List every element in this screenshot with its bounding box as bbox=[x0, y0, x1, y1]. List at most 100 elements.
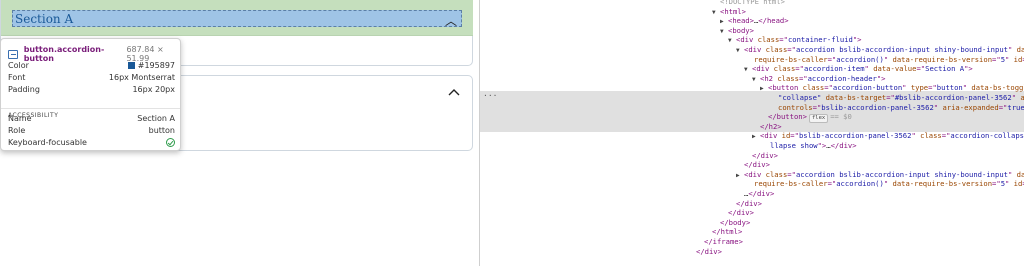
dom-token: data- bbox=[1016, 169, 1024, 179]
dom-token: </div> bbox=[830, 141, 857, 150]
dom-token: =" bbox=[992, 179, 1001, 189]
dom-token: <div bbox=[752, 64, 774, 74]
dom-tree-line[interactable]: </h2> bbox=[752, 122, 782, 131]
dom-tree-line[interactable]: </div> bbox=[736, 160, 770, 169]
dom-token: </div> bbox=[696, 246, 722, 256]
dom-token: button bbox=[936, 83, 963, 93]
dom-tree-line[interactable]: </div> bbox=[744, 151, 778, 160]
dom-token: </div> bbox=[728, 208, 754, 218]
check-circle-icon bbox=[166, 138, 175, 147]
dom-tree-line[interactable]: </html> bbox=[704, 227, 742, 236]
dom-token: <body> bbox=[728, 25, 754, 35]
dom-token: data-bs-toggle bbox=[971, 83, 1024, 93]
dom-token: </div> bbox=[744, 160, 770, 170]
dom-tree-line[interactable]: ▼ <div class="accordion bslib-accordion-i… bbox=[736, 45, 1024, 54]
dom-token: controls bbox=[778, 102, 813, 112]
tooltip-row-name: Name Section A bbox=[8, 114, 175, 123]
dom-token: " bbox=[1007, 45, 1017, 54]
dom-token: <div bbox=[744, 169, 766, 179]
dom-tree-line[interactable]: ▼ <div class="container-fluid"> bbox=[728, 35, 862, 44]
dom-tree-line[interactable]: ▶ <div id="bslib-accordion-panel-3562" cl… bbox=[752, 131, 1024, 140]
dom-token: class bbox=[765, 45, 788, 54]
tooltip-row-padding: Padding 16px 20px bbox=[8, 85, 175, 94]
dom-tree-line[interactable]: <!DOCTYPE html> bbox=[712, 0, 785, 6]
tooltip-row-font: Font 16px Montserrat bbox=[8, 73, 175, 82]
dom-token: class bbox=[920, 131, 942, 141]
accordion-button-label: Section A bbox=[15, 11, 74, 26]
dom-tree-line[interactable]: ▶ <head>…</head> bbox=[720, 16, 789, 25]
dom-token: </iframe> bbox=[704, 237, 743, 246]
page-preview-pane: Section A ︿ button.accordion-button 687.… bbox=[0, 0, 479, 266]
dom-token: </div> bbox=[748, 189, 775, 198]
accordion-button-section-a[interactable]: Section A ︿ bbox=[12, 10, 462, 28]
dom-token: =" bbox=[916, 64, 926, 74]
tooltip-row-value: button bbox=[148, 126, 175, 135]
dom-token: container-fluid bbox=[787, 35, 853, 45]
dom-tree-line[interactable]: ▶ <div class="accordion bslib-accordion-i… bbox=[736, 170, 1024, 179]
dom-tree-line[interactable]: ▼ <div class="accordion-item" data-value=… bbox=[744, 64, 973, 73]
dom-token: aria- bbox=[1020, 93, 1024, 102]
dom-token: require-bs-caller bbox=[754, 179, 828, 189]
dom-token: =" bbox=[787, 45, 796, 54]
dom-tree-line[interactable]: </button> flex == $0 bbox=[760, 112, 852, 124]
dom-tree-line[interactable]: ▼ <h2 class="accordion-header"> bbox=[752, 74, 886, 83]
dom-tree-line[interactable]: </iframe> bbox=[696, 237, 743, 246]
dom-tree-line[interactable]: …</div> bbox=[736, 189, 774, 198]
chevron-up-icon[interactable] bbox=[447, 86, 461, 98]
dom-token: " bbox=[883, 54, 893, 64]
dom-token: " bbox=[864, 64, 874, 74]
dom-token: accordion() bbox=[836, 179, 884, 189]
tooltip-row-value: 16px 20px bbox=[132, 85, 175, 94]
dom-token: "collapse" bbox=[778, 93, 826, 102]
tooltip-row-label: Color bbox=[8, 61, 29, 70]
dom-token: class bbox=[773, 64, 796, 74]
dom-token: </h2> bbox=[760, 121, 782, 131]
dom-token: " bbox=[902, 83, 911, 93]
dom-token: </button> bbox=[768, 112, 807, 122]
dom-token: true bbox=[1007, 102, 1024, 112]
dom-token: accordion-button bbox=[832, 83, 903, 93]
expand-triangle-icon[interactable]: ▼ bbox=[720, 27, 728, 36]
dom-token: accordion bslib-accordion-input shiny-bo… bbox=[795, 169, 1008, 179]
tooltip-divider bbox=[1, 108, 180, 109]
dom-token: <!DOCTYPE html> bbox=[720, 0, 785, 6]
dom-tree-line[interactable]: require-bs-caller="accordion()" data-req… bbox=[746, 55, 1024, 64]
dom-tree-line[interactable]: </div> bbox=[720, 208, 754, 217]
dom-tree-line[interactable]: </div> bbox=[728, 199, 762, 208]
flex-badge[interactable]: flex bbox=[808, 114, 829, 124]
dom-tree-line[interactable]: ▼ <body> bbox=[720, 26, 754, 35]
expand-triangle-icon[interactable]: ▼ bbox=[712, 8, 720, 17]
collapse-triangle-icon[interactable]: ▶ bbox=[736, 171, 744, 180]
tooltip-row-value-wrap: #195897 bbox=[127, 61, 175, 70]
expand-triangle-icon[interactable]: ▼ bbox=[744, 65, 752, 74]
dom-token: "> bbox=[852, 35, 862, 45]
more-options-icon[interactable]: ··· bbox=[483, 91, 497, 100]
dom-token: accordion bslib-accordion-input shiny-bo… bbox=[795, 45, 1008, 54]
dom-tree-line[interactable]: </div> bbox=[688, 247, 722, 256]
tooltip-row-role: Role button bbox=[8, 126, 175, 135]
dom-token: <div bbox=[736, 35, 758, 45]
dom-token: " bbox=[1005, 54, 1014, 64]
tooltip-row-label: Role bbox=[8, 126, 26, 135]
dom-token: accordion() bbox=[836, 54, 884, 64]
collapse-triangle-icon[interactable]: ▶ bbox=[752, 132, 760, 141]
dom-token: bslib-accordion-panel-3562 bbox=[821, 102, 934, 112]
dom-tree-line[interactable]: </body> bbox=[712, 218, 750, 227]
dom-token: </div> bbox=[752, 150, 778, 160]
expand-triangle-icon[interactable]: ▼ bbox=[736, 46, 744, 55]
dom-token: class bbox=[777, 73, 799, 83]
dom-tree-line[interactable]: controls="bslib-accordion-panel-3562" ar… bbox=[770, 103, 1024, 112]
dom-token: " bbox=[883, 179, 893, 189]
collapse-triangle-icon[interactable]: ▶ bbox=[760, 84, 768, 93]
dom-token: data-bs-target bbox=[825, 93, 887, 102]
dom-token: " bbox=[1007, 169, 1017, 179]
element-icon bbox=[8, 49, 18, 59]
expand-triangle-icon[interactable]: ▼ bbox=[728, 36, 736, 45]
dom-tree-line[interactable]: ▼ <html> bbox=[712, 7, 746, 16]
dom-tree-line[interactable]: "collapse" data-bs-target="#bslib-accord… bbox=[770, 93, 1024, 102]
expand-triangle-icon[interactable]: ▼ bbox=[752, 75, 760, 84]
dom-tree-line[interactable]: ▶ <button class="accordion-button" type="… bbox=[760, 83, 1024, 92]
dom-token: <h2 bbox=[760, 73, 778, 83]
dom-tree-line[interactable]: llapse show">…</div> bbox=[762, 141, 857, 150]
dom-tree-line[interactable]: require-bs-caller="accordion()" data-req… bbox=[746, 179, 1024, 188]
